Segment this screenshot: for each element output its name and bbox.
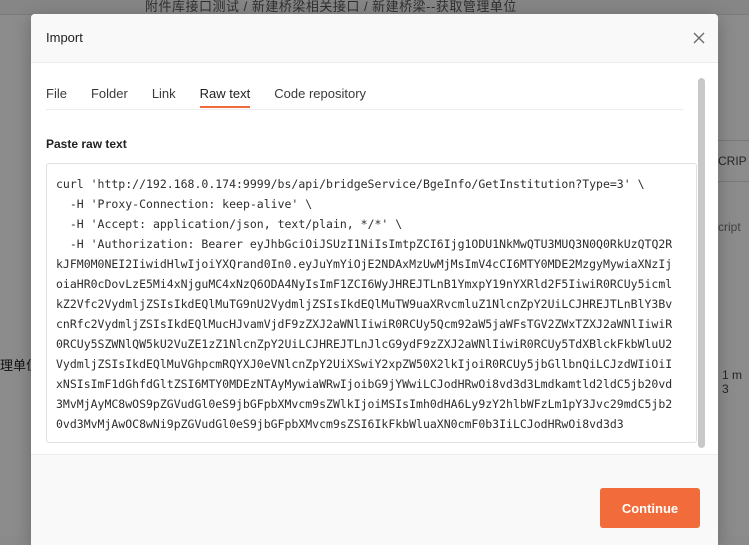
close-icon[interactable] [690, 29, 708, 47]
tab-folder[interactable]: Folder [91, 86, 128, 108]
continue-button[interactable]: Continue [600, 488, 700, 528]
tab-file[interactable]: File [46, 86, 67, 108]
paste-raw-text-label: Paste raw text [46, 137, 127, 151]
raw-text-input[interactable]: curl 'http://192.168.0.174:9999/bs/api/b… [46, 163, 697, 443]
modal-title: Import [46, 30, 83, 45]
modal-footer: Continue [31, 454, 718, 545]
raw-text-content[interactable]: curl 'http://192.168.0.174:9999/bs/api/b… [56, 174, 676, 434]
import-modal: Import File Folder Link Raw text Code re… [31, 14, 718, 545]
modal-scrollbar[interactable] [698, 78, 705, 448]
tab-code-repository[interactable]: Code repository [274, 86, 366, 108]
tab-link[interactable]: Link [152, 86, 176, 108]
modal-header: Import [31, 14, 718, 63]
tab-raw-text[interactable]: Raw text [199, 86, 251, 108]
import-tabs: File Folder Link Raw text Code repositor… [46, 86, 390, 108]
tabs-divider [46, 109, 683, 110]
